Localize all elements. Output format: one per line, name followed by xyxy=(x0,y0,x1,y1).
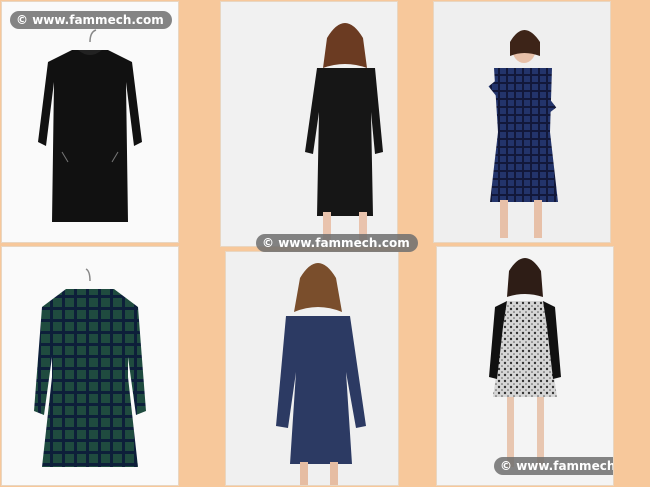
product-tile-green-tartan-dress[interactable] xyxy=(2,247,178,485)
green-tartan-dress-image xyxy=(2,247,178,485)
product-tile-grey-print-dress[interactable]: © www.fammech.com xyxy=(437,247,613,485)
watermark: © www.fammech.com xyxy=(10,11,172,29)
black-shirt-dress-image xyxy=(221,2,397,246)
black-dress-image xyxy=(2,2,178,242)
navy-shirt-dress-image xyxy=(226,252,398,485)
grey-print-dress-image xyxy=(437,247,613,485)
product-tile-navy-check-dress[interactable] xyxy=(434,2,610,242)
navy-check-dress-image xyxy=(434,2,610,242)
product-tile-black-shirt-dress[interactable] xyxy=(221,2,397,246)
watermark: © www.fammech.com xyxy=(494,457,613,475)
watermark: © www.fammech.com xyxy=(256,234,418,252)
product-tile-black-dress[interactable]: © www.fammech.com xyxy=(2,2,178,242)
product-tile-navy-shirt-dress[interactable] xyxy=(226,252,398,485)
